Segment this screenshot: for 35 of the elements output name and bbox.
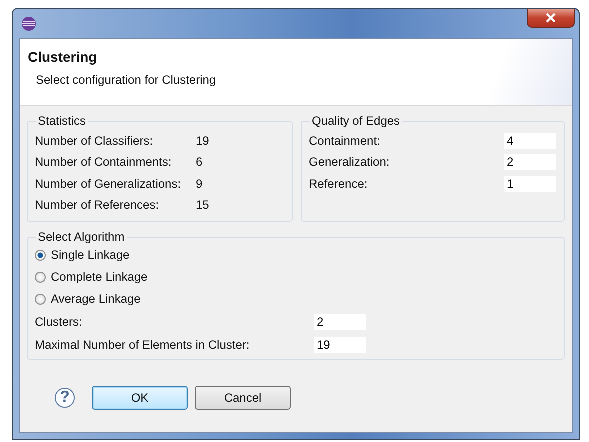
input-field[interactable]: 19 <box>314 336 366 352</box>
ok-button[interactable]: OK <box>92 386 188 410</box>
group-title: Statistics <box>37 114 88 128</box>
field-label: Containment: <box>309 134 380 148</box>
help-icon[interactable]: ? <box>55 388 75 408</box>
stat-value: 15 <box>196 198 210 212</box>
input-field[interactable]: 2 <box>314 314 366 330</box>
radio-label[interactable]: Complete Linkage <box>51 270 148 284</box>
dialog-title: Clustering <box>28 49 98 65</box>
group-title: Quality of Edges <box>311 114 402 128</box>
field-label: Generalization: <box>309 155 390 170</box>
stat-label: Number of Generalizations: <box>35 176 182 191</box>
stat-value: 6 <box>196 155 203 170</box>
stat-label: Number of Classifiers: <box>35 134 154 148</box>
radio-label[interactable]: Average Linkage <box>51 292 141 306</box>
cancel-button[interactable]: Cancel <box>195 386 291 410</box>
close-icon <box>545 13 557 23</box>
stat-label: Number of Containments: <box>35 155 173 170</box>
field-label: Reference: <box>309 176 368 191</box>
radio-button[interactable] <box>35 272 46 282</box>
dialog-description: Select configuration for Clustering <box>36 73 218 87</box>
close-button[interactable] <box>527 9 575 28</box>
radio-button[interactable] <box>35 294 46 304</box>
radio-button[interactable] <box>35 250 46 260</box>
input-field[interactable]: 4 <box>504 132 556 149</box>
field-label: Clusters: <box>35 314 84 328</box>
input-field[interactable]: 2 <box>504 154 556 170</box>
stat-label: Number of References: <box>35 198 160 212</box>
stat-value: 9 <box>196 176 203 191</box>
stat-value: 19 <box>196 134 210 148</box>
input-field[interactable]: 1 <box>504 176 556 192</box>
group-title: Select Algorithm <box>37 230 126 244</box>
radio-label[interactable]: Single Linkage <box>51 248 130 262</box>
field-label: Maximal Number of Elements in Cluster: <box>35 338 251 352</box>
globe-icon <box>21 16 37 32</box>
